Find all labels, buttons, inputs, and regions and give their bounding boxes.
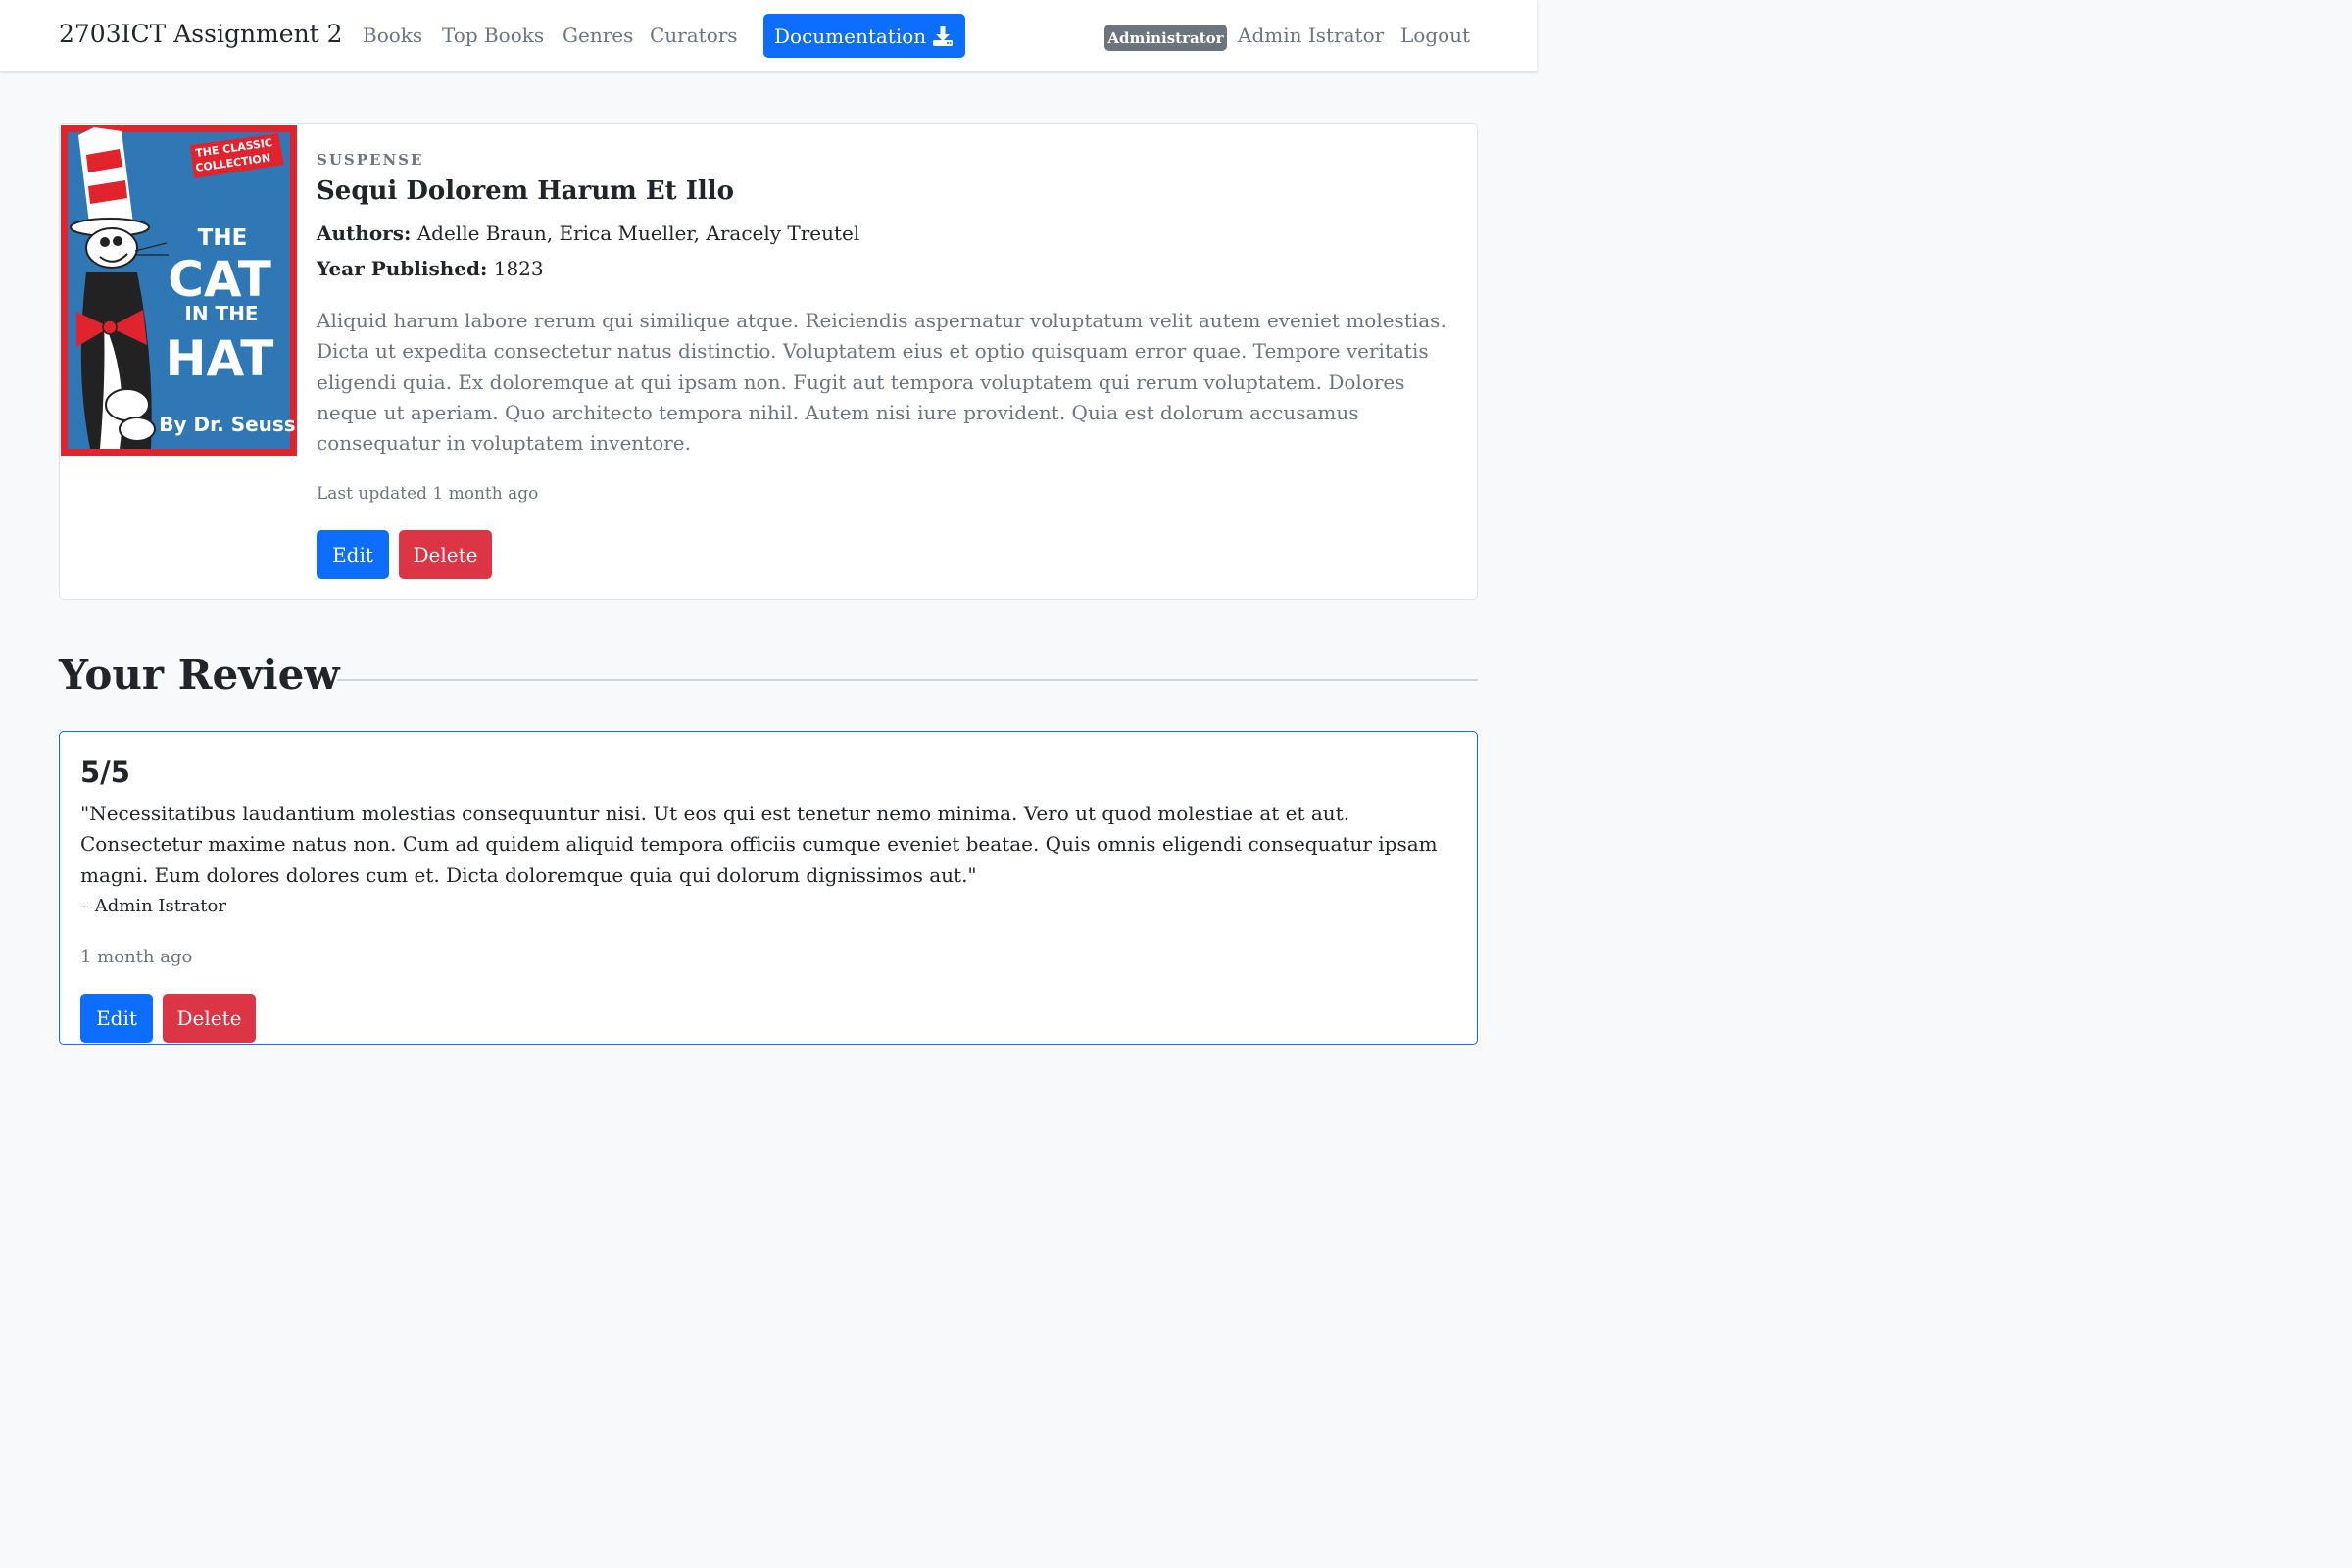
delete-review-button[interactable]: Delete [163,994,256,1043]
download-icon [933,26,953,46]
logout-link[interactable]: Logout [1400,24,1470,47]
section-title-your-review: Your Review [59,651,340,699]
brand[interactable]: 2703ICT Assignment 2 [59,20,343,48]
year-label: Year Published: [317,257,488,280]
edit-book-button[interactable]: Edit [317,530,389,579]
cover-title-line1: THE [198,225,248,251]
user-name-link[interactable]: Admin Istrator [1238,24,1384,47]
review-timestamp: 1 month ago [80,947,193,967]
nav-link-books[interactable]: Books [363,24,422,47]
book-cover-image: THE CLASSIC COLLECTION THE CAT IN THE HA… [61,125,297,456]
cover-title-line3: IN THE [184,302,258,325]
documentation-label: Documentation [774,24,927,48]
year-value: 1823 [493,257,544,280]
documentation-button[interactable]: Documentation [763,14,965,58]
book-genre: SUSPENSE [317,151,424,169]
role-badge: Administrator [1104,24,1227,51]
nav-link-genres[interactable]: Genres [563,24,633,47]
book-card: THE CLASSIC COLLECTION THE CAT IN THE HA… [59,123,1478,600]
navbar: 2703ICT Assignment 2 Books Top Books Gen… [0,0,1537,72]
authors-label: Authors: [317,221,412,245]
nav-link-curators[interactable]: Curators [650,24,738,47]
cover-title-line4: HAT [166,330,274,387]
book-description: Aliquid harum labore rerum qui similique… [317,309,1446,456]
review-text: "Necessitatibus laudantium molestias con… [80,802,1438,887]
review-score: 5/5 [80,756,130,789]
authors-value: Adelle Braun, Erica Mueller, Aracely Tre… [416,221,860,245]
edit-review-button[interactable]: Edit [80,994,153,1043]
review-author: – Admin Istrator [80,896,226,916]
nav-link-top-books[interactable]: Top Books [442,24,544,47]
book-authors: Authors: Adelle Braun, Erica Mueller, Ar… [317,221,859,245]
delete-book-button[interactable]: Delete [399,530,492,579]
cover-title-line2: CAT [168,251,271,308]
section-divider [337,679,1478,681]
book-last-updated: Last updated 1 month ago [317,484,539,504]
review-card: 5/5 "Necessitatibus laudantium molestias… [59,731,1478,1045]
book-title: Sequi Dolorem Harum Et Illo [317,176,734,206]
book-year: Year Published: 1823 [317,257,544,280]
cover-author: By Dr. Seuss [159,413,295,436]
